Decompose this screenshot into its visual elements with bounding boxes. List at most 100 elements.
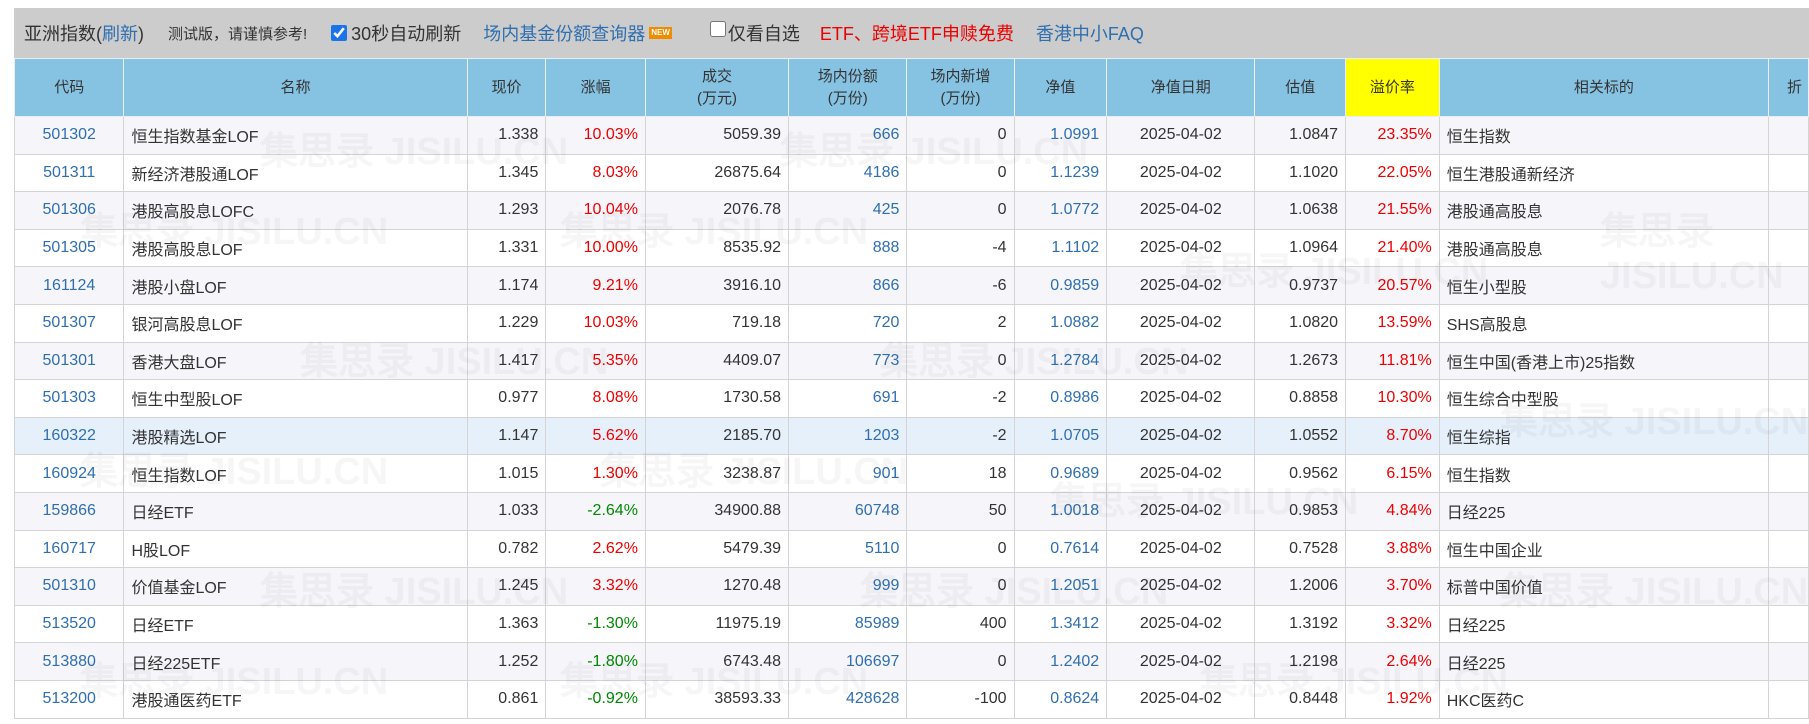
table-row[interactable]: 501301 香港大盘LOF 1.417 5.35% 4409.07 773 0 1.2784… <box>13 341 1809 381</box>
column-header[interactable]: 名称 <box>123 58 468 117</box>
fund-code-link[interactable]: 501307 <box>13 303 125 343</box>
column-header[interactable]: 涨幅 <box>545 58 646 117</box>
fund-query-label: 场内基金份额查询器 <box>483 24 646 44</box>
column-header[interactable]: 净值日期 <box>1106 58 1256 117</box>
nav-link[interactable]: 1.0882 <box>1013 303 1108 343</box>
premium-rate: 20.57% <box>1345 266 1440 305</box>
column-header[interactable]: 净值 <box>1013 58 1108 117</box>
shares-link[interactable]: 428628 <box>788 679 908 719</box>
fund-code-link[interactable]: 501302 <box>13 116 125 155</box>
fund-code-link[interactable]: 513880 <box>13 642 125 681</box>
change-pct: 10.03% <box>545 116 646 155</box>
estimate: 0.9562 <box>1254 454 1347 493</box>
auto-refresh-toggle[interactable]: 30秒自动刷新 <box>331 20 461 46</box>
premium-rate: 21.55% <box>1345 191 1440 230</box>
column-header[interactable]: 折 <box>1767 58 1809 117</box>
table-row[interactable]: 501302 恒生指数基金LOF 1.338 10.03% 5059.39 666 0 1.0… <box>13 116 1809 155</box>
nav-link[interactable]: 0.9689 <box>1013 454 1108 493</box>
nav-link[interactable]: 0.7614 <box>1013 529 1108 569</box>
shares-link[interactable]: 666 <box>788 116 908 155</box>
fund-code-link[interactable]: 159866 <box>13 491 125 531</box>
faq-link[interactable]: 香港中小FAQ <box>1036 20 1144 46</box>
fund-code-link[interactable]: 501303 <box>13 379 125 418</box>
column-header[interactable]: 相关标的 <box>1438 58 1769 117</box>
only-watchlist-toggle[interactable]: 仅看自选 <box>709 20 800 46</box>
fund-code-link[interactable]: 513200 <box>13 679 125 719</box>
nav-link[interactable]: 1.0018 <box>1013 491 1108 531</box>
column-header[interactable]: 代码 <box>13 58 125 117</box>
nav-link[interactable]: 1.3412 <box>1013 604 1108 644</box>
fund-code-link[interactable]: 501306 <box>13 191 125 230</box>
table-row[interactable]: 501310 价值基金LOF 1.245 3.32% 1270.48 999 0 1.2051… <box>13 567 1809 606</box>
estimate: 0.9737 <box>1254 266 1347 305</box>
column-header[interactable]: 估值 <box>1254 58 1347 117</box>
only-watchlist-checkbox[interactable] <box>709 21 726 37</box>
nav-link[interactable]: 1.2784 <box>1013 341 1108 381</box>
toolbar: 亚洲指数(刷新) 测试版，请谨慎参考! 30秒自动刷新 场内基金份额查询器 NEW… <box>14 8 1809 58</box>
refresh-link[interactable]: 刷新 <box>102 24 138 44</box>
table-row[interactable]: 501307 银河高股息LOF 1.229 10.03% 719.18 720 2 1.088… <box>13 303 1809 343</box>
table-row[interactable]: 501303 恒生中型股LOF 0.977 8.08% 1730.58 691 -2 0.89… <box>13 379 1809 418</box>
table-row[interactable]: 160322 港股精选LOF 1.147 5.62% 2185.70 1203 -2 1.07… <box>13 416 1809 456</box>
shares-link[interactable]: 106697 <box>788 642 908 681</box>
nav-date: 2025-04-02 <box>1106 529 1256 569</box>
nav-link[interactable]: 0.8624 <box>1013 679 1108 719</box>
shares-link[interactable]: 773 <box>788 341 908 381</box>
table-row[interactable]: 501305 港股高股息LOF 1.331 10.00% 8535.92 888 -4 1.1… <box>13 228 1809 268</box>
shares-link[interactable]: 5110 <box>788 529 908 569</box>
nav-link[interactable]: 1.0772 <box>1013 191 1108 230</box>
column-header[interactable]: 溢价率 <box>1345 58 1440 117</box>
shares-link[interactable]: 1203 <box>788 416 908 456</box>
promo-link[interactable]: ETF、跨境ETF申赎免费 <box>820 20 1014 46</box>
shares-link[interactable]: 425 <box>788 191 908 230</box>
table-row[interactable]: 160717 H股LOF 0.782 2.62% 5479.39 5110 0 0.7614 2… <box>13 529 1809 569</box>
fund-code-link[interactable]: 501305 <box>13 228 125 268</box>
premium-rate: 3.70% <box>1345 567 1440 606</box>
column-header[interactable]: 现价 <box>466 58 547 117</box>
shares-link[interactable]: 866 <box>788 266 908 305</box>
nav-date: 2025-04-02 <box>1106 604 1256 644</box>
nav-link[interactable]: 1.2051 <box>1013 567 1108 606</box>
fund-code-link[interactable]: 501310 <box>13 567 125 606</box>
column-header[interactable]: 场内份额 (万份) <box>788 58 908 117</box>
shares-link[interactable]: 720 <box>788 303 908 343</box>
new-shares: 400 <box>906 604 1015 644</box>
table-row[interactable]: 501306 港股高股息LOFC 1.293 10.04% 2076.78 425 0 1.0… <box>13 191 1809 230</box>
shares-link[interactable]: 60748 <box>788 491 908 531</box>
fund-code-link[interactable]: 501311 <box>13 153 125 193</box>
table-row[interactable]: 159866 日经ETF 1.033 -2.64% 34900.88 60748 50 1.0… <box>13 491 1809 531</box>
auto-refresh-checkbox[interactable] <box>331 25 348 41</box>
table-row[interactable]: 161124 港股小盘LOF 1.174 9.21% 3916.10 866 -6 0.985… <box>13 266 1809 305</box>
fund-code-link[interactable]: 160322 <box>13 416 125 456</box>
shares-link[interactable]: 691 <box>788 379 908 418</box>
fund-query-link[interactable]: 场内基金份额查询器 NEW <box>483 20 672 46</box>
fund-code-link[interactable]: 160717 <box>13 529 125 569</box>
fund-code-link[interactable]: 160924 <box>13 454 125 493</box>
nav-link[interactable]: 1.1102 <box>1013 228 1108 268</box>
table-row[interactable]: 160924 恒生指数LOF 1.015 1.30% 3238.87 901 18 0.968… <box>13 454 1809 493</box>
nav-link[interactable]: 0.8986 <box>1013 379 1108 418</box>
fund-code-link[interactable]: 501301 <box>13 341 125 381</box>
column-header[interactable]: 场内新增 (万份) <box>906 58 1015 117</box>
shares-link[interactable]: 888 <box>788 228 908 268</box>
shares-link[interactable]: 4186 <box>788 153 908 193</box>
table-row[interactable]: 513880 日经225ETF 1.252 -1.80% 6743.48 106697 0 1… <box>13 642 1809 681</box>
price: 0.861 <box>466 679 547 719</box>
column-header[interactable]: 成交 (万元) <box>644 58 790 117</box>
nav-link[interactable]: 1.0705 <box>1013 416 1108 456</box>
table-row[interactable]: 513520 日经ETF 1.363 -1.30% 11975.19 85989 400 1.… <box>13 604 1809 644</box>
change-pct: 1.30% <box>545 454 646 493</box>
shares-link[interactable]: 999 <box>788 567 908 606</box>
nav-link[interactable]: 1.2402 <box>1013 642 1108 681</box>
fund-code-link[interactable]: 513520 <box>13 604 125 644</box>
shares-link[interactable]: 85989 <box>788 604 908 644</box>
shares-link[interactable]: 901 <box>788 454 908 493</box>
nav-link[interactable]: 1.0991 <box>1013 116 1108 155</box>
nav-link[interactable]: 0.9859 <box>1013 266 1108 305</box>
estimate: 1.2006 <box>1254 567 1347 606</box>
table-row[interactable]: 501311 新经济港股通LOF 1.345 8.03% 26875.64 4186 0 1.… <box>13 153 1809 193</box>
overflow-cell <box>1767 228 1809 268</box>
fund-code-link[interactable]: 161124 <box>13 266 125 305</box>
nav-link[interactable]: 1.1239 <box>1013 153 1108 193</box>
table-row[interactable]: 513200 港股通医药ETF 0.861 -0.92% 38593.33 428628-… <box>13 679 1809 719</box>
